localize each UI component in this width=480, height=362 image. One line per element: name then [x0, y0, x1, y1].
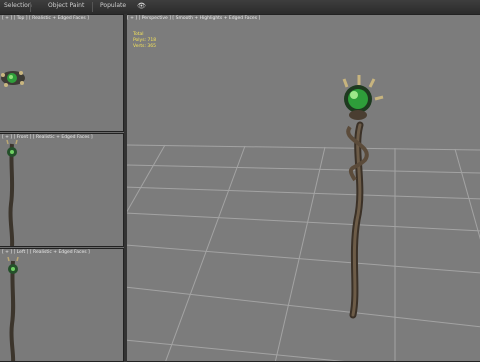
top-toolbar: Selection Object Paint Populate 👁	[0, 0, 480, 15]
staff-side-view	[7, 256, 19, 361]
viewport-left[interactable]: [ + ] [ Left ] [ Realistic + Edged Faces…	[0, 248, 124, 362]
viewport-front[interactable]: [ + ] [ Front ] [ Realistic + Edged Face…	[0, 133, 124, 247]
viewport-divider[interactable]	[124, 14, 127, 362]
staff-front-view	[6, 139, 18, 246]
toolbar-divider	[92, 2, 93, 12]
tab-selection[interactable]: Selection	[4, 2, 32, 9]
eye-icon[interactable]: 👁	[137, 2, 146, 10]
toolbar-divider	[30, 2, 31, 12]
staff-top-view	[1, 71, 25, 87]
tab-object-paint[interactable]: Object Paint	[48, 2, 84, 9]
viewport-perspective[interactable]: [ + ] [ Perspective ] [ Smooth + Highlig…	[124, 14, 480, 362]
staff-3d-model	[342, 75, 384, 319]
tab-populate[interactable]: Populate	[100, 2, 126, 9]
viewport-top[interactable]: [ + ] [ Top ] [ Realistic + Edged Faces …	[0, 14, 124, 132]
